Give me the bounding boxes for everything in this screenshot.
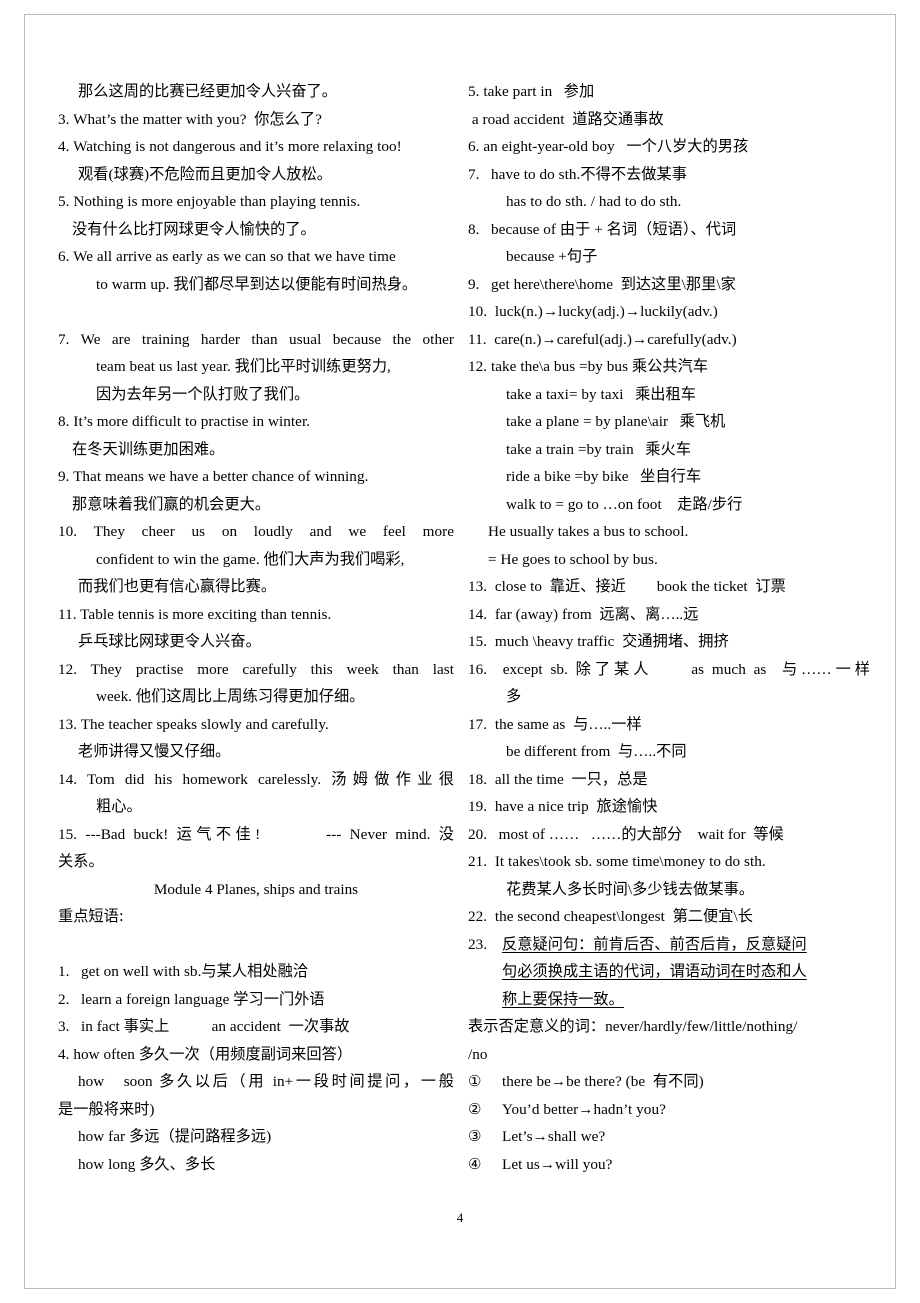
right-line: a road accident 道路交通事故 xyxy=(468,110,664,128)
right-line: take a train =by train 乘火车 xyxy=(506,440,691,458)
right-line: be different from 与…..不同 xyxy=(506,743,687,760)
right-line: 15. much \heavy traffic 交通拥堵、拥挤 xyxy=(468,633,729,650)
right-line: 21. It takes\took sb. some time\money to… xyxy=(468,853,766,870)
section-heading: 重点短语: xyxy=(58,907,124,925)
phrase-item: 3. in fact 事实上 an accident 一次事故 xyxy=(58,1018,350,1035)
left-line: 没有什么比打网球更令人愉快的了。 xyxy=(72,220,316,238)
left-line: 5. Nothing is more enjoyable than playin… xyxy=(58,193,361,210)
left-line: 在冬天训练更加困难。 xyxy=(72,440,225,458)
phrase-item: 2. learn a foreign language 学习一门外语 xyxy=(58,990,325,1008)
right-line: 11. care(n.)→careful(adj.)→carefully(adv… xyxy=(468,330,737,348)
left-line: 6. We all arrive as early as we can so t… xyxy=(58,248,396,265)
phrase-item: how far 多远（提问路程多远) xyxy=(78,1128,272,1145)
left-line: 4. Watching is not dangerous and it’s mo… xyxy=(58,138,402,155)
right-line: 9. get here\there\home 到达这里\那里\家 xyxy=(468,275,736,293)
right-line: 17. the same as 与…..一样 xyxy=(468,715,642,733)
right-line: ride a bike =by bike 坐自行车 xyxy=(506,468,702,485)
right-line: 8. because of 由于 + 名词（短语）、代词 xyxy=(468,220,737,238)
right-column: 5. take part in 参加 a road accident 道路交通事… xyxy=(462,78,870,1208)
left-line: 9. That means we have a better chance of… xyxy=(58,468,369,485)
right-line: He usually takes a bus to school. xyxy=(488,523,689,540)
right-line: 20. most of …… ……的大部分 wait for 等候 xyxy=(468,825,784,843)
circled-marker-4: ④ xyxy=(468,1155,482,1173)
circled-text-1: there be→be there? (be 有不同) xyxy=(502,1073,704,1090)
circled-marker-3: ③ xyxy=(468,1128,482,1145)
right-line: 22. the second cheapest\longest 第二便宜\长 xyxy=(468,908,754,925)
page-number: 4 xyxy=(456,1210,464,1225)
left-line: team beat us last year. 我们比平时训练更努力, xyxy=(96,358,391,375)
right-line: 18. all the time 一只，总是 xyxy=(468,770,648,788)
item-23-line: 反意疑问句：前肯后否、前否后肯，反意疑问 xyxy=(502,935,807,953)
phrase-item: how soon 多久以后（用 in+一段时间提问，一般 xyxy=(78,1073,454,1090)
right-line: 花费某人多长时间\多少钱去做某事。 xyxy=(506,880,755,898)
left-line: week. 他们这周比上周练习得更加仔细。 xyxy=(96,688,365,705)
circled-marker-2: ② xyxy=(468,1100,482,1118)
left-line: 那意味着我们赢的机会更大。 xyxy=(72,495,271,513)
right-line: 14. far (away) from 远离、离…..远 xyxy=(468,605,699,623)
left-line: to warm up. 我们都尽早到达以便能有时间热身。 xyxy=(96,275,418,293)
circled-marker-1: ① xyxy=(468,1073,482,1090)
left-line: 老师讲得又慢又仔细。 xyxy=(78,743,231,760)
two-column-body: 那么这周的比赛已经更加令人兴奋了。 3. What’s the matter w… xyxy=(58,78,870,1208)
left-line: 乒乓球比网球更令人兴奋。 xyxy=(78,633,261,650)
right-line: 16. except sb. 除了某人 as much as 与……一样 xyxy=(468,660,870,678)
right-line: 10. luck(n.)→lucky(adj.)→luckily(adv.) xyxy=(468,303,718,320)
left-line: 15. ---Bad buck! 运气不佳! --- Never mind. 没 xyxy=(58,825,454,843)
left-line: 7. We are training harder than usual bec… xyxy=(58,330,454,348)
left-line: 关系。 xyxy=(58,853,104,870)
circled-text-4: Let us→will you? xyxy=(502,1155,613,1173)
phrase-item: 是一般将来时) xyxy=(58,1100,155,1118)
right-line: walk to = go to …on foot 走路/步行 xyxy=(506,495,743,513)
left-line: 13. The teacher speaks slowly and carefu… xyxy=(58,715,329,733)
left-line: 而我们也更有信心赢得比赛。 xyxy=(78,578,277,595)
left-line: confident to win the game. 他们大声为我们喝彩, xyxy=(96,550,405,568)
left-line: 11. Table tennis is more exciting than t… xyxy=(58,605,332,623)
left-line: 10. They cheer us on loudly and we feel … xyxy=(58,523,454,540)
negatives-line-1: 表示否定意义的词：never/hardly/few/little/nothing… xyxy=(468,1018,798,1035)
right-line: because +句子 xyxy=(506,248,598,265)
left-line: 14. Tom did his homework carelessly. 汤姆做… xyxy=(58,770,454,788)
phrase-item: 1. get on well with sb.与某人相处融洽 xyxy=(58,963,309,980)
right-line: take a taxi= by taxi 乘出租车 xyxy=(506,385,697,403)
left-line: 观看(球赛)不危险而且更加令人放松。 xyxy=(78,165,333,183)
item-23-line: 称上要保持一致。 xyxy=(502,990,624,1008)
left-blank-line xyxy=(58,298,454,326)
document-page: 那么这周的比赛已经更加令人兴奋了。 3. What’s the matter w… xyxy=(0,0,920,1303)
right-line: 13. close to 靠近、接近 book the ticket 订票 xyxy=(468,578,786,595)
circled-text-3: Let’s→shall we? xyxy=(502,1128,606,1145)
right-line: 7. have to do sth.不得不去做某事 xyxy=(468,165,688,183)
right-line: 5. take part in 参加 xyxy=(468,83,595,100)
item-23-number: 23. xyxy=(468,935,488,953)
right-line: take a plane = by plane\air 乘飞机 xyxy=(506,413,726,430)
right-line: = He goes to school by bus. xyxy=(488,550,658,568)
left-line: 粗心。 xyxy=(96,798,142,815)
phrase-item: how long 多久、多长 xyxy=(78,1155,216,1173)
left-line: 8. It’s more difficult to practise in wi… xyxy=(58,413,311,430)
negatives-line-2: /no xyxy=(468,1045,488,1063)
right-line: has to do sth. / had to do sth. xyxy=(506,193,682,210)
right-line: 6. an eight-year-old boy 一个八岁大的男孩 xyxy=(468,138,749,155)
phrase-item: 4. how often 多久一次（用频度副词来回答） xyxy=(58,1045,353,1063)
left-line: 因为去年另一个队打败了我们。 xyxy=(96,385,310,403)
module-heading: Module 4 Planes, ships and trains xyxy=(153,880,359,898)
left-line: 12. They practise more carefully this we… xyxy=(58,660,454,678)
right-line: 19. have a nice trip 旅途愉快 xyxy=(468,798,658,815)
right-line: 12. take the\a bus =by bus 乘公共汽车 xyxy=(468,358,709,375)
right-line: 多 xyxy=(506,688,522,705)
item-23-line: 句必须换成主语的代词，谓语动词在时态和人 xyxy=(502,963,807,980)
left-line: 3. What’s the matter with you? 你怎么了? xyxy=(58,110,322,128)
circled-text-2: You’d better→hadn’t you? xyxy=(502,1100,666,1118)
left-line: 那么这周的比赛已经更加令人兴奋了。 xyxy=(78,83,338,100)
left-blank-line xyxy=(58,931,454,959)
left-column: 那么这周的比赛已经更加令人兴奋了。 3. What’s the matter w… xyxy=(58,78,462,1208)
